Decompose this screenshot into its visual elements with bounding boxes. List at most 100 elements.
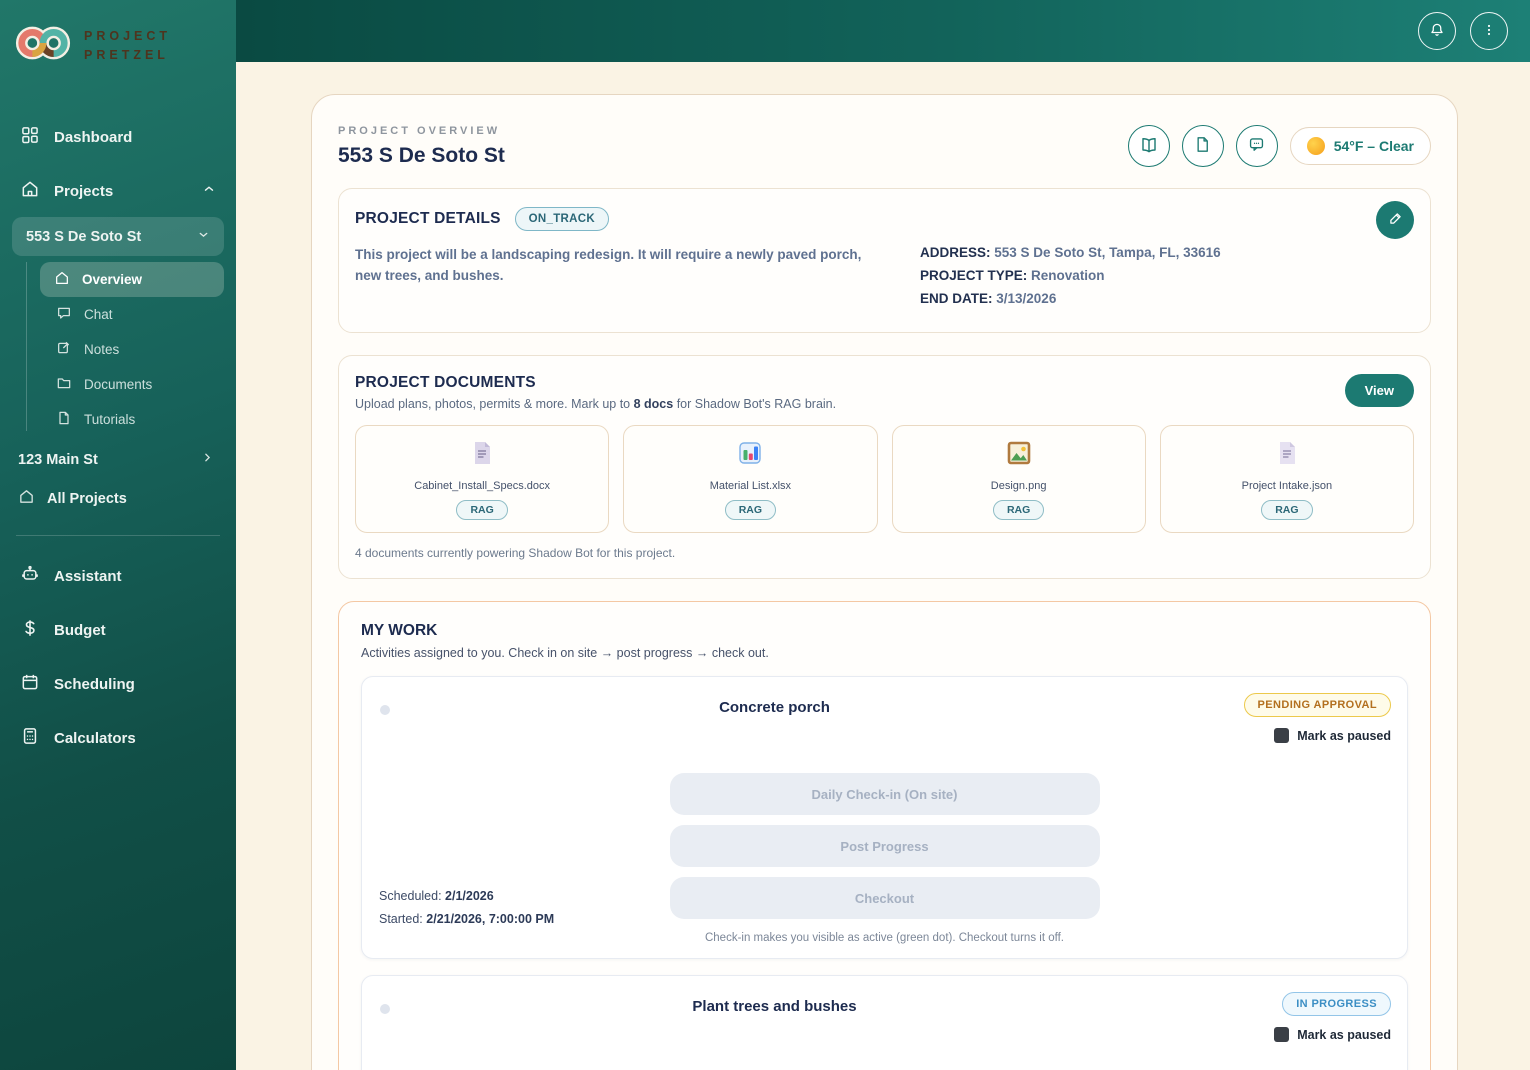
kebab-menu-button[interactable] [1470, 12, 1508, 50]
page-title: 553 S De Soto St [338, 144, 505, 168]
sidebar-item-label: 123 Main St [18, 452, 98, 468]
project-fields: ADDRESS: 553 S De Soto St, Tampa, FL, 33… [920, 245, 1414, 306]
checkbox-icon[interactable] [1274, 728, 1289, 743]
sidebar-item-overview[interactable]: Overview [40, 262, 224, 297]
checkbox-icon[interactable] [1274, 1027, 1289, 1042]
document-name: Material List.xlsx [710, 480, 791, 492]
json-file-icon [1273, 439, 1301, 472]
sidebar-item-calculators[interactable]: Calculators [10, 716, 226, 760]
chat-button[interactable] [1236, 125, 1278, 167]
document-card[interactable]: Material List.xlsx RAG [623, 425, 877, 533]
document-name: Cabinet_Install_Specs.docx [414, 480, 550, 492]
docs-book-button[interactable] [1128, 125, 1170, 167]
checkout-button[interactable]: Checkout [670, 877, 1100, 919]
sidebar-item-notes[interactable]: Notes [10, 332, 226, 367]
activity-dates: Scheduled: 2/1/2026 Started: 2/21/2026, … [379, 889, 554, 926]
project-overview-card: PROJECT OVERVIEW 553 S De Soto St [311, 94, 1458, 1070]
sidebar-item-label: Projects [54, 183, 113, 200]
document-card[interactable]: Cabinet_Install_Specs.docx RAG [355, 425, 609, 533]
activity-footer-note: Check-in makes you visible as active (gr… [378, 932, 1391, 944]
sidebar-item-documents[interactable]: Documents [10, 367, 226, 402]
page-header: PROJECT OVERVIEW 553 S De Soto St [338, 125, 1431, 168]
robot-icon [20, 564, 40, 588]
document-card[interactable]: Design.png RAG [892, 425, 1146, 533]
file-icon [56, 410, 72, 429]
project-description: This project will be a landscaping redes… [355, 245, 880, 306]
status-badge: ON_TRACK [515, 207, 609, 231]
sidebar-item-label: Notes [84, 342, 119, 357]
edit-project-button[interactable] [1376, 201, 1414, 239]
calendar-icon [20, 672, 40, 696]
page-eyebrow: PROJECT OVERVIEW [338, 125, 505, 137]
topbar [236, 0, 1530, 62]
sidebar-item-chat[interactable]: Chat [10, 297, 226, 332]
sidebar-item-label: All Projects [47, 491, 127, 507]
document-name: Project Intake.json [1242, 480, 1333, 492]
field-address: ADDRESS: 553 S De Soto St, Tampa, FL, 33… [920, 245, 1414, 260]
sidebar-item-label: Dashboard [54, 129, 132, 146]
field-end-date: END DATE: 3/13/2026 [920, 291, 1414, 306]
mark-as-paused-toggle[interactable]: Mark as paused [1274, 1027, 1391, 1042]
sidebar-item-tutorials[interactable]: Tutorials [10, 402, 226, 437]
page-doc-button[interactable] [1182, 125, 1224, 167]
kebab-menu-icon [1481, 22, 1497, 41]
sidebar-item-dashboard[interactable]: Dashboard [10, 115, 226, 159]
folder-icon [56, 375, 72, 394]
sidebar: PROJECT PRETZEL Dashboard [0, 0, 236, 1070]
my-work-title: MY WORK [361, 622, 1408, 640]
sidebar-item-label: Calculators [54, 730, 136, 747]
brand-name: PROJECT PRETZEL [84, 27, 171, 65]
sidebar-item-label: Documents [84, 377, 152, 392]
chevron-right-icon [201, 451, 214, 468]
grid-icon [20, 125, 40, 149]
chat-bubble-icon [56, 305, 72, 324]
status-badge: PENDING APPROVAL [1244, 693, 1391, 717]
mark-as-paused-toggle[interactable]: Mark as paused [1274, 728, 1391, 743]
activity-card-plant-trees: Plant trees and bushes IN PROGRESS Mark … [361, 975, 1408, 1070]
sidebar-item-budget[interactable]: Budget [10, 608, 226, 652]
presence-dot [380, 1004, 390, 1014]
spreadsheet-chart-icon [736, 439, 764, 472]
project-details-section: PROJECT DETAILS ON_TRACK This project wi… [338, 188, 1431, 333]
sidebar-item-label: Tutorials [84, 412, 135, 427]
rag-badge: RAG [725, 500, 776, 520]
weather-widget[interactable]: 54°F – Clear [1290, 127, 1431, 165]
documents-footnote: 4 documents currently powering Shadow Bo… [355, 546, 1414, 560]
rag-badge: RAG [993, 500, 1044, 520]
sidebar-nav: Dashboard Projects [0, 89, 236, 770]
app-window: PROJECT PRETZEL Dashboard [0, 0, 1530, 1070]
my-work-section: MY WORK Activities assigned to you. Chec… [338, 601, 1431, 1070]
sidebar-item-label: Budget [54, 622, 106, 639]
project-subnav: Overview Chat Note [10, 262, 226, 437]
document-card[interactable]: Project Intake.json RAG [1160, 425, 1414, 533]
field-project-type: PROJECT TYPE: Renovation [920, 268, 1414, 283]
sidebar-item-assistant[interactable]: Assistant [10, 554, 226, 598]
page-icon [1193, 135, 1212, 157]
sidebar-item-projects[interactable]: Projects [10, 169, 226, 213]
chat-dots-icon [1247, 135, 1266, 157]
document-name: Design.png [991, 480, 1047, 492]
dollar-icon [20, 618, 40, 642]
project-selector-label: 553 S De Soto St [26, 229, 141, 245]
main-area: PROJECT OVERVIEW 553 S De Soto St [236, 0, 1530, 1070]
daily-check-in-button[interactable]: Daily Check-in (On site) [670, 773, 1100, 815]
notifications-button[interactable] [1418, 12, 1456, 50]
sidebar-item-all-projects[interactable]: All Projects [10, 478, 226, 519]
pretzel-logo-icon [14, 20, 72, 71]
status-badge: IN PROGRESS [1282, 992, 1391, 1016]
view-documents-button[interactable]: View [1345, 374, 1414, 407]
doc-file-icon [468, 439, 496, 472]
chevron-up-icon [202, 182, 216, 200]
project-selector[interactable]: 553 S De Soto St [12, 217, 224, 256]
project-details-title: PROJECT DETAILS [355, 210, 501, 228]
sidebar-item-label: Chat [84, 307, 113, 322]
pause-label: Mark as paused [1297, 1028, 1391, 1042]
bell-icon [1428, 21, 1446, 42]
sidebar-item-123-main-st[interactable]: 123 Main St [10, 441, 226, 478]
post-progress-button[interactable]: Post Progress [670, 825, 1100, 867]
home-icon [20, 179, 40, 203]
notes-icon [56, 340, 72, 359]
rag-badge: RAG [456, 500, 507, 520]
sidebar-item-scheduling[interactable]: Scheduling [10, 662, 226, 706]
presence-dot [380, 705, 390, 715]
